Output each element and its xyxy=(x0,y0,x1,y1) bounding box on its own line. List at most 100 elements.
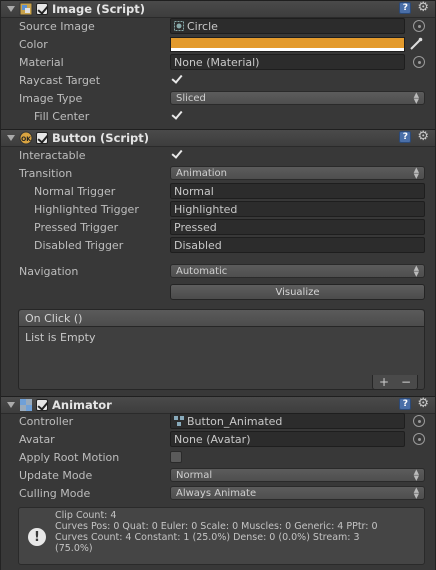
object-picker-icon[interactable] xyxy=(413,415,425,427)
clip-count-text: Clip Count: 4 xyxy=(55,510,117,521)
transition-row: Transition Animation ▲ ▼ xyxy=(1,164,435,182)
raycast-target-checkbox[interactable] xyxy=(170,74,182,86)
navigation-value: Automatic xyxy=(176,265,228,277)
foldout-arrow-icon[interactable] xyxy=(7,402,15,408)
apply-root-motion-checkbox[interactable] xyxy=(170,451,182,463)
material-label: Material xyxy=(19,55,64,69)
color-swatch[interactable] xyxy=(170,36,405,52)
transition-dropdown[interactable]: Animation ▲ ▼ xyxy=(170,166,425,180)
animator-enabled-checkbox[interactable] xyxy=(36,399,48,411)
disabled-trigger-field[interactable]: Disabled xyxy=(170,237,425,253)
fill-center-checkbox[interactable] xyxy=(170,110,182,122)
gear-icon[interactable]: ⚙ xyxy=(417,130,429,143)
eyedropper-icon[interactable] xyxy=(409,37,423,51)
raycast-target-row: Raycast Target xyxy=(1,71,435,89)
animator-component-title: Animator xyxy=(52,398,112,412)
image-component-icon xyxy=(19,2,33,16)
transition-value: Animation xyxy=(176,167,227,179)
on-click-empty-text: List is Empty xyxy=(25,331,96,344)
normal-trigger-row: Normal Trigger Normal xyxy=(1,182,435,200)
object-picker-icon[interactable] xyxy=(413,56,425,68)
culling-mode-dropdown[interactable]: Always Animate ▲ ▼ xyxy=(170,486,425,500)
inspector-panel: Image (Script) ? ⚙ Source Image Circle C… xyxy=(0,0,436,570)
image-type-value: Sliced xyxy=(176,92,206,104)
curves-stream-percent-text: (75.0%) xyxy=(55,543,93,554)
gear-icon[interactable]: ⚙ xyxy=(417,1,429,14)
interactable-row: Interactable xyxy=(1,146,435,164)
interactable-checkbox[interactable] xyxy=(170,149,182,161)
raycast-target-label: Raycast Target xyxy=(19,73,101,87)
on-click-header: On Click () xyxy=(19,310,424,327)
help-icon[interactable]: ? xyxy=(399,398,412,410)
curves-pos-text: Curves Pos: 0 Quat: 0 Euler: 0 Scale: 0 … xyxy=(55,521,378,532)
normal-trigger-field[interactable]: Normal xyxy=(170,183,425,199)
controller-value: Button_Animated xyxy=(187,414,283,428)
help-icon[interactable]: ? xyxy=(399,131,412,143)
fill-center-row: Fill Center xyxy=(1,107,435,125)
image-component-header[interactable]: Image (Script) ? ⚙ xyxy=(1,0,435,18)
culling-mode-label: Culling Mode xyxy=(19,486,91,500)
visualize-button[interactable]: Visualize xyxy=(170,284,425,300)
transition-label: Transition xyxy=(19,166,73,180)
remove-event-button[interactable]: − xyxy=(395,375,417,389)
apply-root-motion-label: Apply Root Motion xyxy=(19,450,120,464)
color-row: Color xyxy=(1,35,435,53)
sprite-icon xyxy=(174,21,184,31)
highlighted-trigger-label: Highlighted Trigger xyxy=(34,202,139,216)
foldout-arrow-icon[interactable] xyxy=(7,135,15,141)
interactable-label: Interactable xyxy=(19,148,86,162)
material-field[interactable]: None (Material) xyxy=(170,54,405,70)
button-component-header[interactable]: OK Button (Script) ? ⚙ xyxy=(1,129,435,147)
image-type-label: Image Type xyxy=(19,91,83,105)
avatar-row: Avatar None (Avatar) xyxy=(1,430,435,448)
on-click-footer: + − xyxy=(372,375,418,390)
source-image-field[interactable]: Circle xyxy=(170,18,405,34)
avatar-label: Avatar xyxy=(19,432,55,446)
disabled-trigger-value: Disabled xyxy=(174,238,222,252)
info-icon: ! xyxy=(28,528,46,546)
controller-label: Controller xyxy=(19,414,74,428)
image-type-row: Image Type Sliced ▲ ▼ xyxy=(1,89,435,107)
source-image-row: Source Image Circle xyxy=(1,17,435,35)
dropdown-arrows-icon: ▲ ▼ xyxy=(413,91,419,105)
disabled-trigger-row: Disabled Trigger Disabled xyxy=(1,236,435,254)
update-mode-row: Update Mode Normal ▲ ▼ xyxy=(1,466,435,484)
fill-center-label: Fill Center xyxy=(34,109,90,123)
add-event-button[interactable]: + xyxy=(373,375,395,389)
gear-icon[interactable]: ⚙ xyxy=(417,397,429,410)
normal-trigger-label: Normal Trigger xyxy=(34,184,116,198)
source-image-value: Circle xyxy=(187,19,218,33)
object-picker-icon[interactable] xyxy=(413,20,425,32)
controller-row: Controller Button_Animated xyxy=(1,412,435,430)
update-mode-label: Update Mode xyxy=(19,468,93,482)
highlighted-trigger-field[interactable]: Highlighted xyxy=(170,201,425,217)
avatar-field[interactable]: None (Avatar) xyxy=(170,431,405,447)
controller-field[interactable]: Button_Animated xyxy=(170,413,405,429)
dropdown-arrows-icon: ▲ ▼ xyxy=(413,468,419,482)
dropdown-arrows-icon: ▲ ▼ xyxy=(413,486,419,500)
image-component-title: Image (Script) xyxy=(52,2,146,16)
animator-controller-icon xyxy=(174,416,184,426)
highlighted-trigger-row: Highlighted Trigger Highlighted xyxy=(1,200,435,218)
source-image-label: Source Image xyxy=(19,19,95,33)
pressed-trigger-label: Pressed Trigger xyxy=(34,220,119,234)
svg-text:OK: OK xyxy=(21,136,31,143)
navigation-dropdown[interactable]: Automatic ▲ ▼ xyxy=(170,264,425,278)
update-mode-dropdown[interactable]: Normal ▲ ▼ xyxy=(170,468,425,482)
image-type-dropdown[interactable]: Sliced ▲ ▼ xyxy=(170,91,425,105)
foldout-arrow-icon[interactable] xyxy=(7,6,15,12)
help-icon[interactable]: ? xyxy=(399,2,412,14)
pressed-trigger-field[interactable]: Pressed xyxy=(170,219,425,235)
avatar-value: None (Avatar) xyxy=(174,432,251,446)
image-enabled-checkbox[interactable] xyxy=(36,3,48,15)
navigation-label: Navigation xyxy=(19,264,79,278)
pressed-trigger-value: Pressed xyxy=(174,220,217,234)
color-label: Color xyxy=(19,37,48,51)
object-picker-icon[interactable] xyxy=(413,433,425,445)
normal-trigger-value: Normal xyxy=(174,184,214,198)
button-enabled-checkbox[interactable] xyxy=(36,132,48,144)
culling-mode-value: Always Animate xyxy=(176,487,257,499)
update-mode-value: Normal xyxy=(176,469,213,481)
disabled-trigger-label: Disabled Trigger xyxy=(34,238,124,252)
pressed-trigger-row: Pressed Trigger Pressed xyxy=(1,218,435,236)
